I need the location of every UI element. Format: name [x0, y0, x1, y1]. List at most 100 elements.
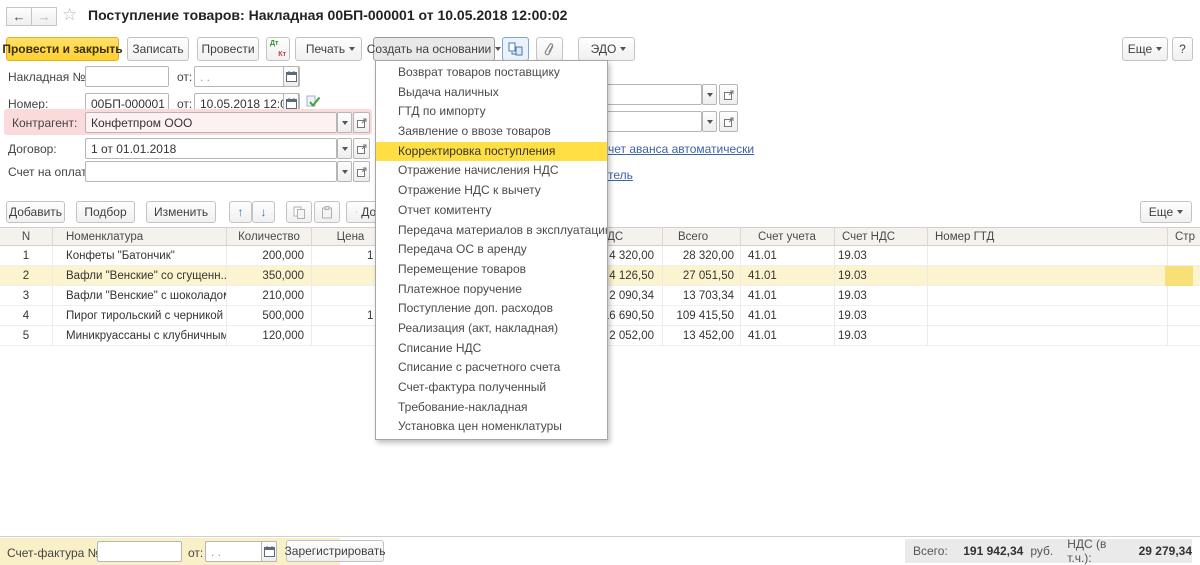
forward-button[interactable]: →	[31, 7, 57, 26]
open-link-icon	[357, 167, 367, 177]
help-button[interactable]: ?	[1172, 37, 1193, 61]
right-field1-open-button[interactable]	[719, 84, 738, 105]
add-row-button[interactable]: Добавить	[6, 201, 65, 223]
invoice-date-calendar-button[interactable]	[283, 66, 299, 87]
save-button[interactable]: Записать	[127, 37, 189, 61]
print-button[interactable]: Печать	[295, 37, 362, 61]
dropdown-caret-icon	[342, 147, 348, 151]
show-postings-button[interactable]: Дт Кт	[266, 37, 290, 61]
more-button-items[interactable]: Еще	[1140, 201, 1192, 223]
edo-button[interactable]: ЭДО	[578, 37, 635, 61]
paperclip-icon	[544, 43, 556, 56]
payment-invoice-input[interactable]	[85, 161, 337, 182]
copy-icon	[293, 206, 306, 219]
menu-item[interactable]: Установка цен номенклатуры	[376, 417, 607, 437]
menu-item[interactable]: Требование-накладная	[376, 398, 607, 418]
move-up-button[interactable]: ↑	[229, 201, 252, 223]
menu-item[interactable]: Передача ОС в аренду	[376, 240, 607, 260]
favorite-star-icon[interactable]: ☆	[62, 5, 77, 25]
paste-rows-button[interactable]	[314, 201, 340, 223]
payment-invoice-select-button[interactable]	[337, 161, 352, 182]
related-documents-button[interactable]	[502, 37, 529, 61]
menu-item[interactable]: Списание НДС	[376, 339, 607, 359]
invoice-no-label: Накладная №:	[8, 70, 89, 84]
invoice-register-calendar-button[interactable]	[261, 541, 277, 562]
advance-offset-link-fragment[interactable]: чет аванса автоматически	[608, 142, 754, 156]
payment-invoice-label: Счет на оплату:	[8, 165, 96, 179]
create-based-on-button[interactable]: Создать на основании	[373, 37, 495, 61]
dropdown-caret-icon	[1177, 210, 1183, 214]
open-link-icon	[724, 90, 734, 100]
right-field2-open-button[interactable]	[719, 111, 738, 132]
post-button[interactable]: Провести	[197, 37, 259, 61]
counterparty-input[interactable]: Конфетпром ООО	[85, 112, 337, 133]
right-field1-select-button[interactable]	[702, 84, 717, 105]
invoice-register-label: Счет-фактура №:	[7, 546, 104, 560]
menu-item[interactable]: Поступление доп. расходов	[376, 299, 607, 319]
attachments-button[interactable]	[536, 37, 563, 61]
menu-item[interactable]: Списание с расчетного счета	[376, 358, 607, 378]
totals-panel: Всего: 191 942,34 руб. НДС (в т.ч.): 29 …	[905, 539, 1192, 563]
menu-item[interactable]: Возврат товаров поставщику	[376, 63, 607, 83]
dropdown-caret-icon	[349, 47, 355, 51]
dropdown-caret-icon	[342, 121, 348, 125]
menu-item-highlighted[interactable]: Корректировка поступления	[376, 142, 607, 162]
invoice-register-from-label: от:	[188, 546, 203, 560]
menu-item[interactable]: Отчет комитенту	[376, 201, 607, 221]
calendar-icon	[286, 71, 297, 82]
change-button[interactable]: Изменить	[146, 201, 216, 223]
menu-item[interactable]: Перемещение товаров	[376, 260, 607, 280]
open-link-icon	[357, 144, 367, 154]
menu-item[interactable]: Выдача наличных	[376, 83, 607, 103]
contract-open-button[interactable]	[353, 138, 370, 159]
col-header-n: N	[0, 227, 53, 246]
consignee-link-fragment[interactable]: тель	[608, 168, 633, 182]
focused-cell[interactable]	[1165, 266, 1193, 286]
dropdown-caret-icon	[495, 47, 501, 51]
calendar-icon	[286, 98, 297, 109]
arrow-down-icon: ↓	[261, 205, 267, 219]
barcode-icon	[356, 206, 357, 218]
dropdown-caret-icon	[1156, 47, 1162, 51]
col-header-quantity: Количество	[227, 227, 312, 246]
arrow-up-icon: ↑	[238, 205, 244, 219]
col-header-account: Счет учета	[741, 227, 835, 246]
copy-rows-button[interactable]	[286, 201, 312, 223]
counterparty-select-button[interactable]	[337, 112, 352, 133]
col-header-gtd: Номер ГТД	[928, 227, 1168, 246]
move-down-button[interactable]: ↓	[252, 201, 275, 223]
contract-label: Договор:	[8, 142, 57, 156]
right-field2-select-button[interactable]	[702, 111, 717, 132]
col-header-total: Всего	[663, 227, 741, 246]
menu-item[interactable]: Заявление о ввозе товаров	[376, 122, 607, 142]
invoice-no-from-label: от:	[177, 70, 192, 84]
register-invoice-button[interactable]: Зарегистрировать	[286, 540, 384, 562]
menu-item[interactable]: Платежное поручение	[376, 280, 607, 300]
menu-item[interactable]: Счет-фактура полученный	[376, 378, 607, 398]
payment-invoice-open-button[interactable]	[353, 161, 370, 182]
menu-item[interactable]: Передача материалов в эксплуатацию	[376, 221, 607, 241]
paste-icon	[321, 206, 333, 219]
dropdown-caret-icon	[707, 120, 713, 124]
col-header-nomenclature: Номенклатура	[53, 227, 227, 246]
contract-input[interactable]: 1 от 01.01.2018	[85, 138, 337, 159]
pick-button[interactable]: Подбор	[76, 201, 135, 223]
edo-state-check-icon[interactable]	[306, 95, 321, 109]
back-button[interactable]: ←	[6, 7, 32, 26]
more-button-top[interactable]: Еще	[1122, 37, 1168, 61]
invoice-no-input[interactable]	[85, 66, 169, 87]
post-and-close-button[interactable]: Провести и закрыть	[6, 37, 119, 61]
menu-item[interactable]: Реализация (акт, накладная)	[376, 319, 607, 339]
counterparty-label: Контрагент:	[12, 116, 77, 130]
menu-item[interactable]: Отражение НДС к вычету	[376, 181, 607, 201]
open-link-icon	[357, 118, 367, 128]
contract-select-button[interactable]	[337, 138, 352, 159]
open-link-icon	[724, 117, 734, 127]
create-based-on-menu: Возврат товаров поставщику Выдача наличн…	[375, 60, 608, 440]
dt-kt-icon: Дт Кт	[270, 41, 286, 57]
counterparty-open-button[interactable]	[353, 112, 370, 133]
menu-item[interactable]: ГТД по импорту	[376, 102, 607, 122]
menu-item[interactable]: Отражение начисления НДС	[376, 161, 607, 181]
col-header-country: Стр	[1168, 227, 1200, 246]
invoice-register-number-input[interactable]	[97, 541, 182, 562]
